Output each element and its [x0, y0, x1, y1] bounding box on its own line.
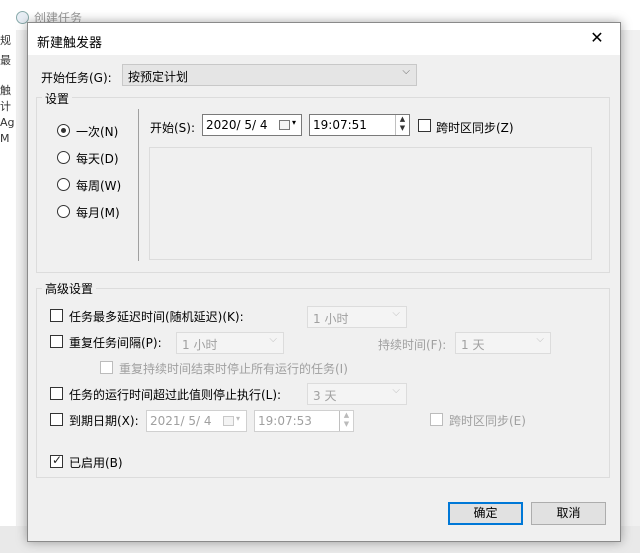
ok-button[interactable]: 确定: [448, 502, 523, 525]
once-radio[interactable]: [57, 124, 70, 137]
time-spinner[interactable]: ▲ ▼: [395, 115, 409, 135]
stop-if-runs-checkbox[interactable]: [50, 387, 63, 400]
expire-date-value: 2021/ 5/ 4: [150, 414, 212, 428]
time-spinner[interactable]: ▲ ▼: [339, 411, 353, 431]
parent-glyph: Ag: [0, 116, 15, 129]
delay-select[interactable]: 1 小时 ⌵: [307, 306, 407, 328]
chevron-down-icon: ⌵: [269, 334, 277, 345]
repeat-checkbox[interactable]: [50, 335, 63, 348]
expire-time-value: 19:07:53: [258, 414, 312, 428]
start-time-value: 19:07:51: [313, 118, 367, 132]
duration-select[interactable]: 1 天 ⌵: [455, 332, 551, 354]
start-date-value: 2020/ 5/ 4: [206, 118, 268, 132]
delay-label[interactable]: 任务最多延迟时间(随机延迟)(K):: [69, 308, 244, 325]
sync-timezone-checkbox[interactable]: [418, 119, 431, 132]
expire-sync-label: 跨时区同步(E): [449, 414, 526, 428]
duration-value: 1 天: [461, 338, 485, 352]
chevron-down-icon: ▾: [236, 414, 241, 423]
delay-checkbox[interactable]: [50, 309, 63, 322]
expire-date-picker[interactable]: 2021/ 5/ 4 ▾: [146, 410, 247, 432]
cancel-button[interactable]: 取消: [531, 502, 606, 525]
repeat-interval-select[interactable]: 1 小时 ⌵: [176, 332, 284, 354]
expire-checkbox[interactable]: [50, 413, 63, 426]
sync-timezone-label[interactable]: 跨时区同步(Z): [436, 119, 514, 136]
settings-group-title: 设置: [42, 90, 73, 107]
monthly-radio[interactable]: [57, 205, 70, 218]
chevron-down-icon: ▾: [292, 118, 297, 127]
weekly-label[interactable]: 每周(W): [76, 177, 121, 194]
settings-divider: [138, 109, 139, 261]
enabled-label[interactable]: 已启用(B): [69, 454, 123, 471]
chevron-down-icon: ⌵: [536, 334, 544, 345]
stop-if-runs-value: 3 天: [313, 389, 337, 403]
duration-label: 持续时间(F):: [378, 338, 447, 352]
parent-glyph: 规: [0, 34, 11, 47]
begin-task-select[interactable]: 按预定计划 ⌵: [122, 64, 417, 86]
parent-glyph: 计: [0, 100, 11, 113]
start-date-picker[interactable]: 2020/ 5/ 4 ▾: [202, 114, 302, 136]
weekly-radio[interactable]: [57, 178, 70, 191]
parent-glyph: M: [0, 132, 10, 145]
stop-if-runs-label[interactable]: 任务的运行时间超过此值则停止执行(L):: [69, 386, 281, 403]
chevron-down-icon: ⌵: [392, 308, 400, 319]
stop-at-end-checkbox[interactable]: [100, 361, 113, 374]
expire-label[interactable]: 到期日期(X):: [69, 412, 139, 429]
once-label[interactable]: 一次(N): [76, 123, 118, 140]
daily-label[interactable]: 每天(D): [76, 150, 119, 167]
parent-glyph: 最: [0, 54, 11, 67]
stop-at-end-label: 重复持续时间结束时停止所有运行的任务(I): [119, 362, 348, 376]
close-button[interactable]: ✕: [574, 23, 620, 55]
advanced-group-title: 高级设置: [42, 280, 97, 297]
monthly-label[interactable]: 每月(M): [76, 204, 120, 221]
new-trigger-dialog: 新建触发器 ✕ 开始任务(G): 按预定计划 ⌵ 设置 一次(N) 每天(D) …: [27, 22, 621, 542]
calendar-icon: [223, 416, 234, 426]
enabled-checkbox[interactable]: [50, 453, 63, 468]
daily-radio[interactable]: [57, 151, 70, 164]
schedule-detail-panel: [149, 147, 592, 260]
begin-task-label: 开始任务(G):: [41, 71, 112, 85]
repeat-label[interactable]: 重复任务间隔(P):: [69, 334, 162, 351]
parent-glyph: 触: [0, 84, 11, 97]
start-label: 开始(S):: [150, 121, 196, 135]
dialog-titlebar: 新建触发器 ✕: [28, 23, 620, 55]
dialog-title: 新建触发器: [37, 36, 103, 51]
stop-if-runs-select[interactable]: 3 天 ⌵: [307, 383, 407, 405]
repeat-interval-value: 1 小时: [182, 338, 218, 352]
calendar-icon: [279, 120, 290, 130]
chevron-down-icon: ⌵: [392, 385, 400, 396]
start-time-input[interactable]: 19:07:51 ▲ ▼: [309, 114, 410, 136]
expire-sync-checkbox[interactable]: [430, 413, 443, 426]
expire-time-input[interactable]: 19:07:53 ▲ ▼: [254, 410, 354, 432]
parent-left-strip: 规 最 触 计 Ag M: [0, 30, 16, 530]
begin-task-value: 按预定计划: [128, 70, 189, 84]
delay-value: 1 小时: [313, 312, 349, 326]
chevron-down-icon: ⌵: [402, 66, 410, 77]
